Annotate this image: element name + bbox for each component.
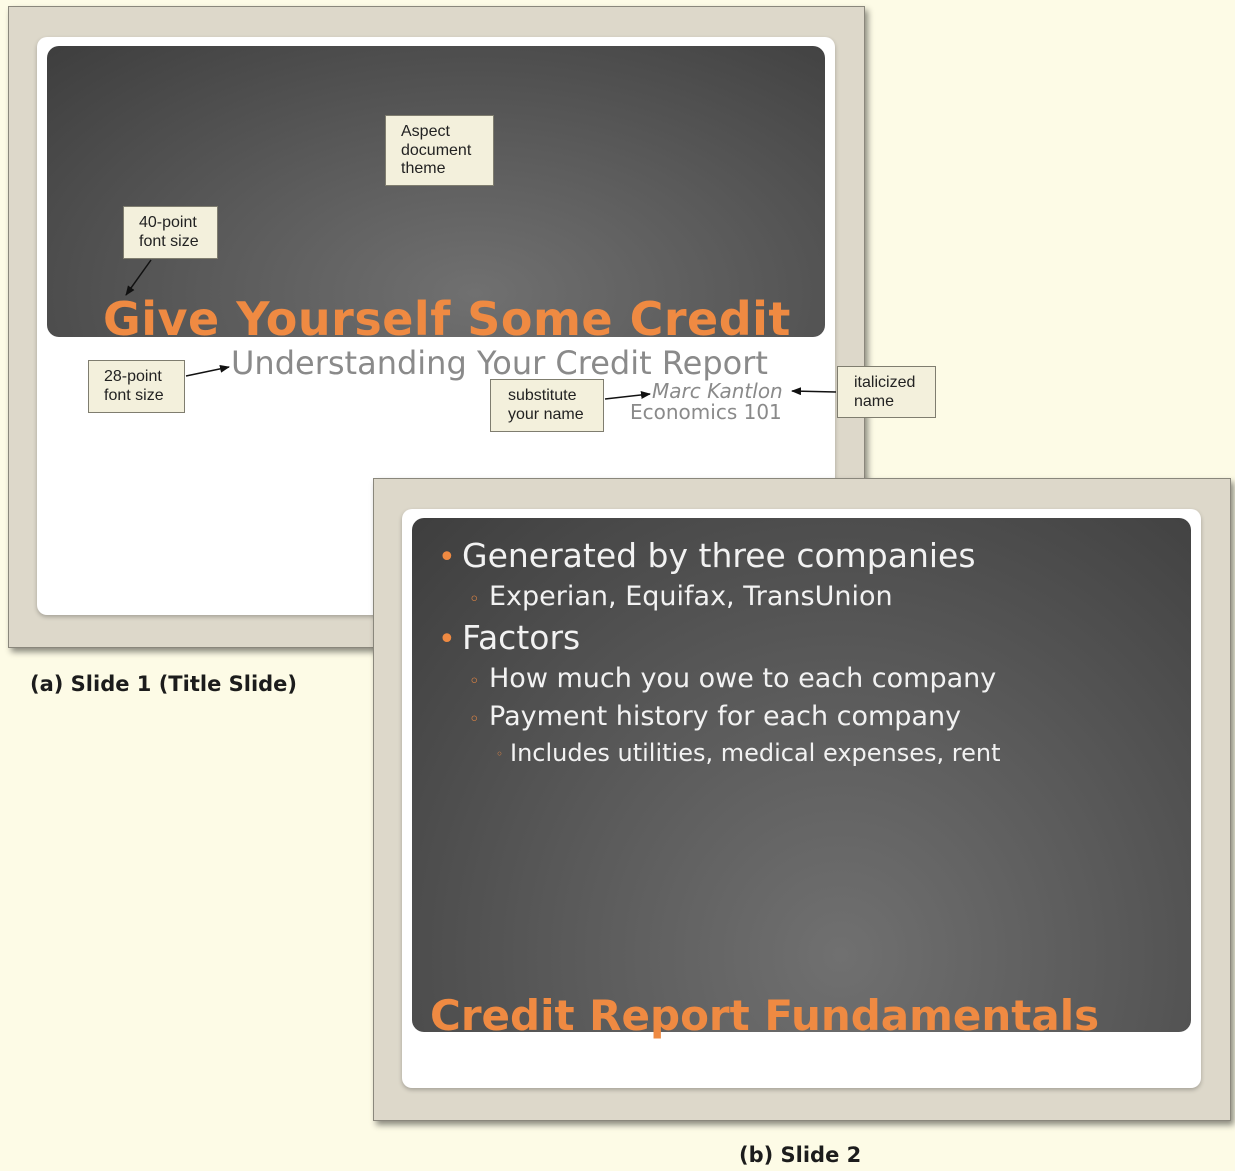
- arrow-28-point: [185, 364, 230, 377]
- callout-arrows: [125, 259, 837, 400]
- arrow-italicized-name: [791, 387, 837, 396]
- arrow-substitute-name: [604, 391, 651, 400]
- caption-slide-1: (a) Slide 1 (Title Slide): [30, 672, 298, 696]
- arrow-40-point: [125, 259, 152, 296]
- caption-slide-2: (b) Slide 2: [739, 1143, 862, 1167]
